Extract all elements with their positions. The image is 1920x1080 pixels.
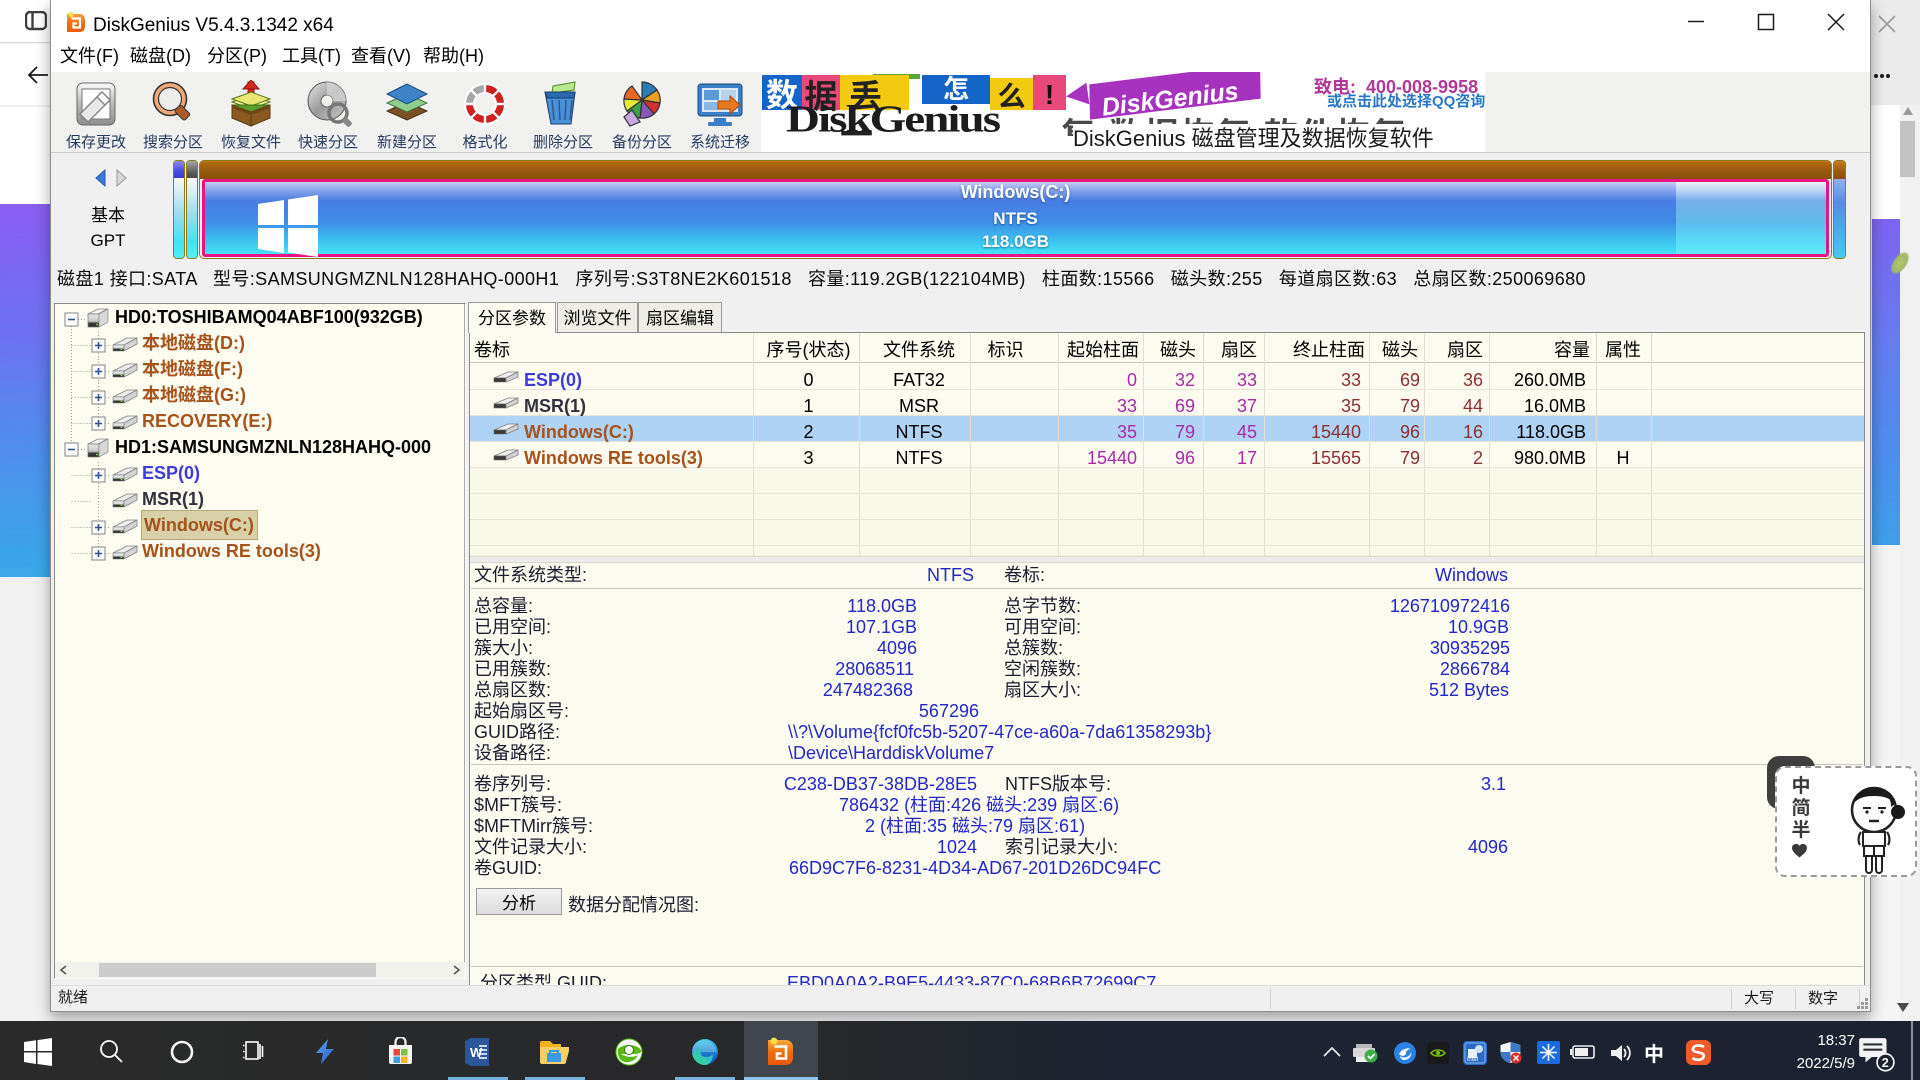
- svg-text:2: 2: [1882, 1056, 1889, 1070]
- svg-text:intel: intel: [1467, 1057, 1478, 1063]
